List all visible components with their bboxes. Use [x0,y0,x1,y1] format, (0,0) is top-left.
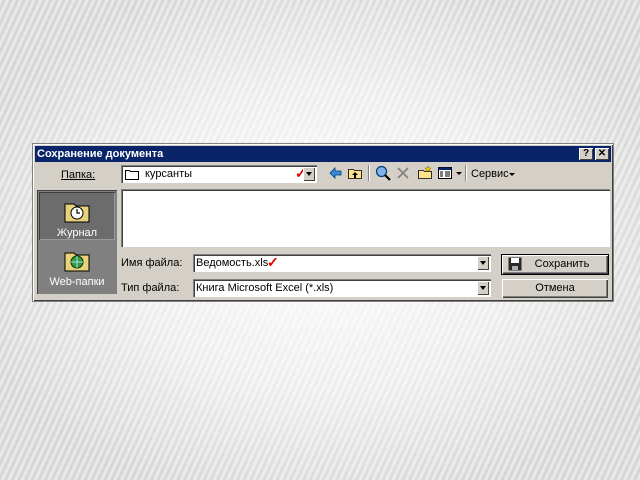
views-dropdown-icon[interactable] [456,172,462,175]
filetype-value: Книга Microsoft Excel (*.xls) [196,282,334,294]
dialog-title: Сохранение документа [37,148,164,160]
up-folder-icon[interactable] [347,165,363,181]
cancel-button[interactable]: Отмена [502,279,608,298]
new-folder-icon[interactable] [417,165,433,181]
file-list[interactable] [121,189,610,247]
service-dropdown-icon[interactable] [509,173,515,176]
service-menu-button[interactable]: Сервис [471,167,509,181]
filetype-select[interactable]: Книга Microsoft Excel (*.xls) [193,279,491,297]
filename-label: Имя файла: [121,257,183,269]
save-button-label: Сохранить [534,258,590,270]
filename-input[interactable]: Ведомость.xls ✓ [193,254,491,272]
filetype-dropdown-button[interactable] [477,281,489,295]
filename-value: Ведомость.xls [196,257,269,269]
history-icon [64,203,90,223]
folder-dropdown-button[interactable] [303,167,315,181]
places-item-label: Журнал [56,227,98,239]
places-item-label: Web-папки [49,276,105,288]
folder-combo[interactable]: курсанты ✓ [121,165,317,183]
checkmark-annotation-icon: ✓ [267,254,279,270]
cancel-button-label: Отмена [535,282,575,294]
folder-value: курсанты [145,168,193,180]
folder-icon [125,170,139,180]
save-icon [508,257,522,271]
back-icon[interactable] [327,165,343,181]
toolbar-separator [465,165,466,181]
filename-dropdown-button[interactable] [477,256,489,270]
save-dialog: Сохранение документа ? ✕ Папка: курсанты… [32,143,614,302]
web-folders-icon [64,252,90,272]
delete-icon[interactable] [395,165,411,181]
title-bar[interactable]: Сохранение документа ? ✕ [35,146,611,162]
filetype-label: Тип файла: [121,282,180,294]
places-item-history[interactable]: Журнал [37,198,117,239]
places-item-web-folders[interactable]: Web-папки [37,247,117,288]
search-web-icon[interactable] [375,165,391,181]
toolbar-separator [368,165,369,181]
folder-label: Папка: [61,169,96,181]
views-icon[interactable] [437,165,453,181]
places-bar: Журнал Web-папки [37,190,117,294]
help-button[interactable]: ? [579,148,593,160]
save-button[interactable]: Сохранить [501,254,609,275]
close-button[interactable]: ✕ [595,148,609,160]
